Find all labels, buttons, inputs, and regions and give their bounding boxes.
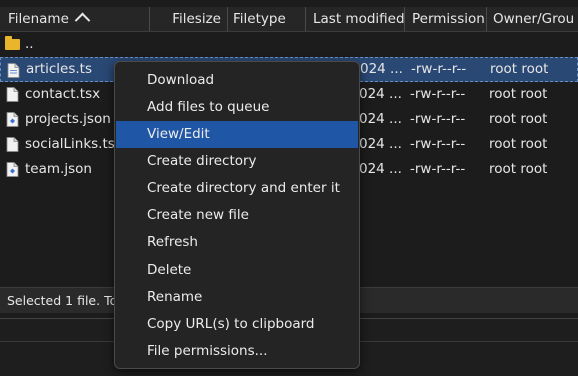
menu-item-download[interactable]: Download (116, 67, 358, 94)
row-filename: socialLinks.ts (25, 136, 115, 152)
row-owner-group: root root (489, 161, 548, 177)
menu-item-view-edit[interactable]: View/Edit (116, 121, 358, 148)
row-filename: projects.json (25, 111, 111, 127)
context-menu: Download Add files to queue View/Edit Cr… (114, 61, 360, 369)
column-label-last-modified: Last modified (313, 11, 405, 27)
sort-ascending-icon (74, 12, 91, 29)
row-filename: contact.tsx (25, 86, 101, 102)
menu-item-delete[interactable]: Delete (116, 257, 358, 284)
row-filename: .. (25, 36, 34, 52)
file-list-header: Filename Filesize Filetype Last modified… (0, 7, 578, 32)
menu-item-create-directory[interactable]: Create directory (116, 148, 358, 175)
column-header-filesize[interactable]: Filesize (151, 7, 228, 31)
row-filename: team.json (25, 161, 92, 177)
column-header-filename[interactable]: Filename (0, 7, 150, 31)
file-icon (6, 87, 19, 102)
row-permissions: -rw-r--r-- (410, 111, 466, 127)
column-label-permissions: Permission (412, 11, 485, 27)
column-label-filesize: Filesize (172, 11, 221, 27)
row-owner-group: root root (489, 111, 548, 127)
row-last-modified: 024 ... (360, 61, 403, 77)
row-owner-group: root root (490, 61, 549, 77)
file-icon (7, 63, 20, 78)
json-file-icon (6, 112, 19, 127)
row-last-modified: 024 ... (359, 161, 402, 177)
row-owner-group: root root (489, 136, 548, 152)
folder-icon (5, 36, 20, 50)
row-permissions: -rw-r--r-- (410, 86, 466, 102)
menu-item-copy-url[interactable]: Copy URL(s) to clipboard (116, 311, 358, 338)
menu-item-create-new-file[interactable]: Create new file (116, 202, 358, 229)
row-last-modified: 024 ... (359, 86, 402, 102)
row-permissions: -rw-r--r-- (410, 136, 466, 152)
row-last-modified: 024 ... (359, 136, 402, 152)
row-permissions: -rw-r--r-- (411, 61, 467, 77)
menu-item-add-to-queue[interactable]: Add files to queue (116, 94, 358, 121)
column-header-last-modified[interactable]: Last modified (307, 7, 405, 31)
menu-item-refresh[interactable]: Refresh (116, 229, 358, 256)
column-header-owner-group[interactable]: Owner/Grou (488, 7, 578, 31)
table-row[interactable]: .. (0, 32, 578, 57)
row-last-modified: 024 ... (359, 111, 402, 127)
menu-item-rename[interactable]: Rename (116, 284, 358, 311)
menu-item-file-permissions[interactable]: File permissions... (116, 338, 358, 365)
column-label-filename: Filename (8, 11, 69, 27)
column-header-permissions[interactable]: Permission (406, 7, 487, 31)
column-label-filetype: Filetype (233, 11, 286, 27)
column-label-owner-group: Owner/Grou (493, 11, 575, 27)
row-permissions: -rw-r--r-- (410, 161, 466, 177)
menu-item-create-directory-enter[interactable]: Create directory and enter it (116, 175, 358, 202)
json-file-icon (6, 162, 19, 177)
column-header-filetype[interactable]: Filetype (229, 7, 306, 31)
file-icon (6, 137, 19, 152)
row-owner-group: root root (489, 86, 548, 102)
status-text: Selected 1 file. To (7, 293, 118, 308)
row-filename: articles.ts (26, 61, 92, 77)
